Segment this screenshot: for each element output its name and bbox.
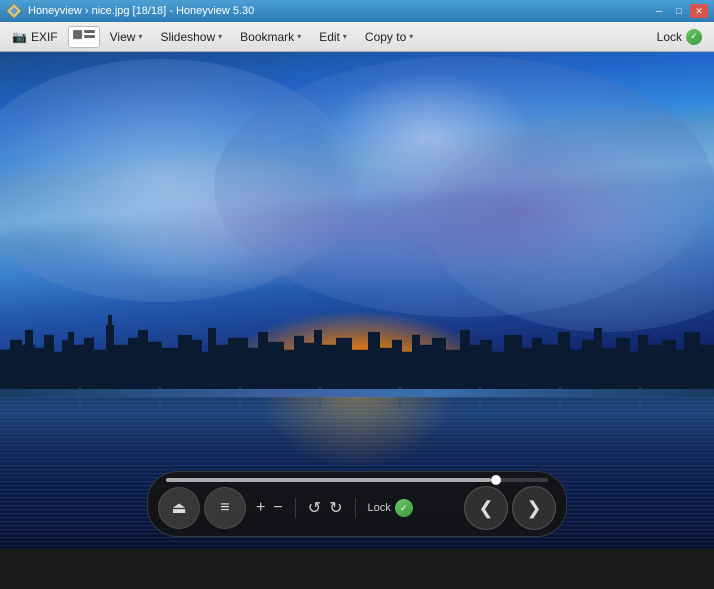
edit-menu[interactable]: Edit ▾	[311, 25, 355, 49]
close-button[interactable]: ✕	[690, 4, 708, 18]
eject-button[interactable]: ⏏	[158, 487, 200, 529]
rotate-right-button[interactable]: ↻	[329, 498, 342, 518]
copy-to-dropdown-arrow: ▾	[409, 32, 413, 41]
next-button[interactable]: ❯	[512, 486, 556, 530]
rotate-left-icon: ↺	[308, 498, 321, 518]
window-controls: ─ □ ✕	[650, 4, 708, 18]
view-menu[interactable]: View ▾	[102, 25, 151, 49]
view-dropdown-arrow: ▾	[138, 32, 142, 41]
exif-button[interactable]: 📷 EXIF	[4, 25, 66, 49]
lock-text: Lock	[368, 502, 391, 514]
rotate-left-button[interactable]: ↺	[308, 498, 321, 518]
prev-icon: ❮	[478, 498, 493, 519]
zoom-in-icon: +	[256, 499, 265, 517]
slideshow-label: Slideshow	[160, 30, 215, 44]
copy-to-label: Copy to	[365, 30, 406, 44]
slideshow-menu[interactable]: Slideshow ▾	[152, 25, 230, 49]
prev-button[interactable]: ❮	[464, 486, 508, 530]
zoom-out-button[interactable]: −	[273, 499, 282, 517]
edit-label: Edit	[319, 30, 340, 44]
title-text: Honeyview › nice.jpg [18/18] - Honeyview…	[28, 5, 254, 17]
zoom-in-button[interactable]: +	[256, 499, 265, 517]
title-bar-left: Honeyview › nice.jpg [18/18] - Honeyview…	[6, 3, 254, 19]
separator-2	[355, 498, 356, 518]
eject-icon: ⏏	[171, 498, 186, 518]
slideshow-dropdown-arrow: ▾	[218, 32, 222, 41]
edit-dropdown-arrow: ▾	[343, 32, 347, 41]
separator	[295, 498, 296, 518]
bookmark-dropdown-arrow: ▾	[297, 32, 301, 41]
lock-status-check: ✓	[395, 499, 413, 517]
exif-label: EXIF	[31, 30, 58, 44]
camera-icon: 📷	[12, 30, 27, 44]
bookmark-label: Bookmark	[240, 30, 294, 44]
minimize-button[interactable]: ─	[650, 4, 668, 18]
progress-bar-fill	[166, 478, 491, 482]
bookmark-menu[interactable]: Bookmark ▾	[232, 25, 309, 49]
lock-button[interactable]: Lock ✓	[649, 26, 710, 48]
menu-button[interactable]: ≡	[204, 487, 246, 529]
title-bar: Honeyview › nice.jpg [18/18] - Honeyview…	[0, 0, 714, 22]
lock-label: Lock	[657, 30, 682, 44]
menu-icon: ≡	[220, 499, 229, 517]
image-area[interactable]: ⏏ ≡ + − ↺ ↻	[0, 52, 714, 549]
bridge-deck	[0, 389, 714, 397]
bottom-toolbar: ⏏ ≡ + − ↺ ↻	[147, 471, 567, 537]
lock-status-icon: ✓	[686, 29, 702, 45]
view-mode-icon	[73, 30, 95, 44]
maximize-button[interactable]: □	[670, 4, 688, 18]
toolbar-row: ⏏ ≡ + − ↺ ↻	[158, 486, 556, 530]
copy-to-menu[interactable]: Copy to ▾	[357, 25, 421, 49]
view-label: View	[110, 30, 136, 44]
next-icon: ❯	[526, 498, 541, 519]
progress-bar-track[interactable]	[166, 478, 548, 482]
progress-bar-row[interactable]	[158, 478, 556, 482]
zoom-out-icon: −	[273, 499, 282, 517]
menu-bar: 📷 EXIF View ▾ Slideshow ▾ Bookmark ▾ Edi…	[0, 22, 714, 52]
progress-thumb	[491, 475, 501, 485]
app-icon	[6, 3, 22, 19]
lock-group: Lock ✓	[368, 499, 413, 517]
rotate-right-icon: ↻	[329, 498, 342, 518]
zoom-rotate-group: + − ↺ ↻ Lock ✓	[256, 498, 413, 518]
view-icon-button[interactable]	[68, 26, 100, 48]
